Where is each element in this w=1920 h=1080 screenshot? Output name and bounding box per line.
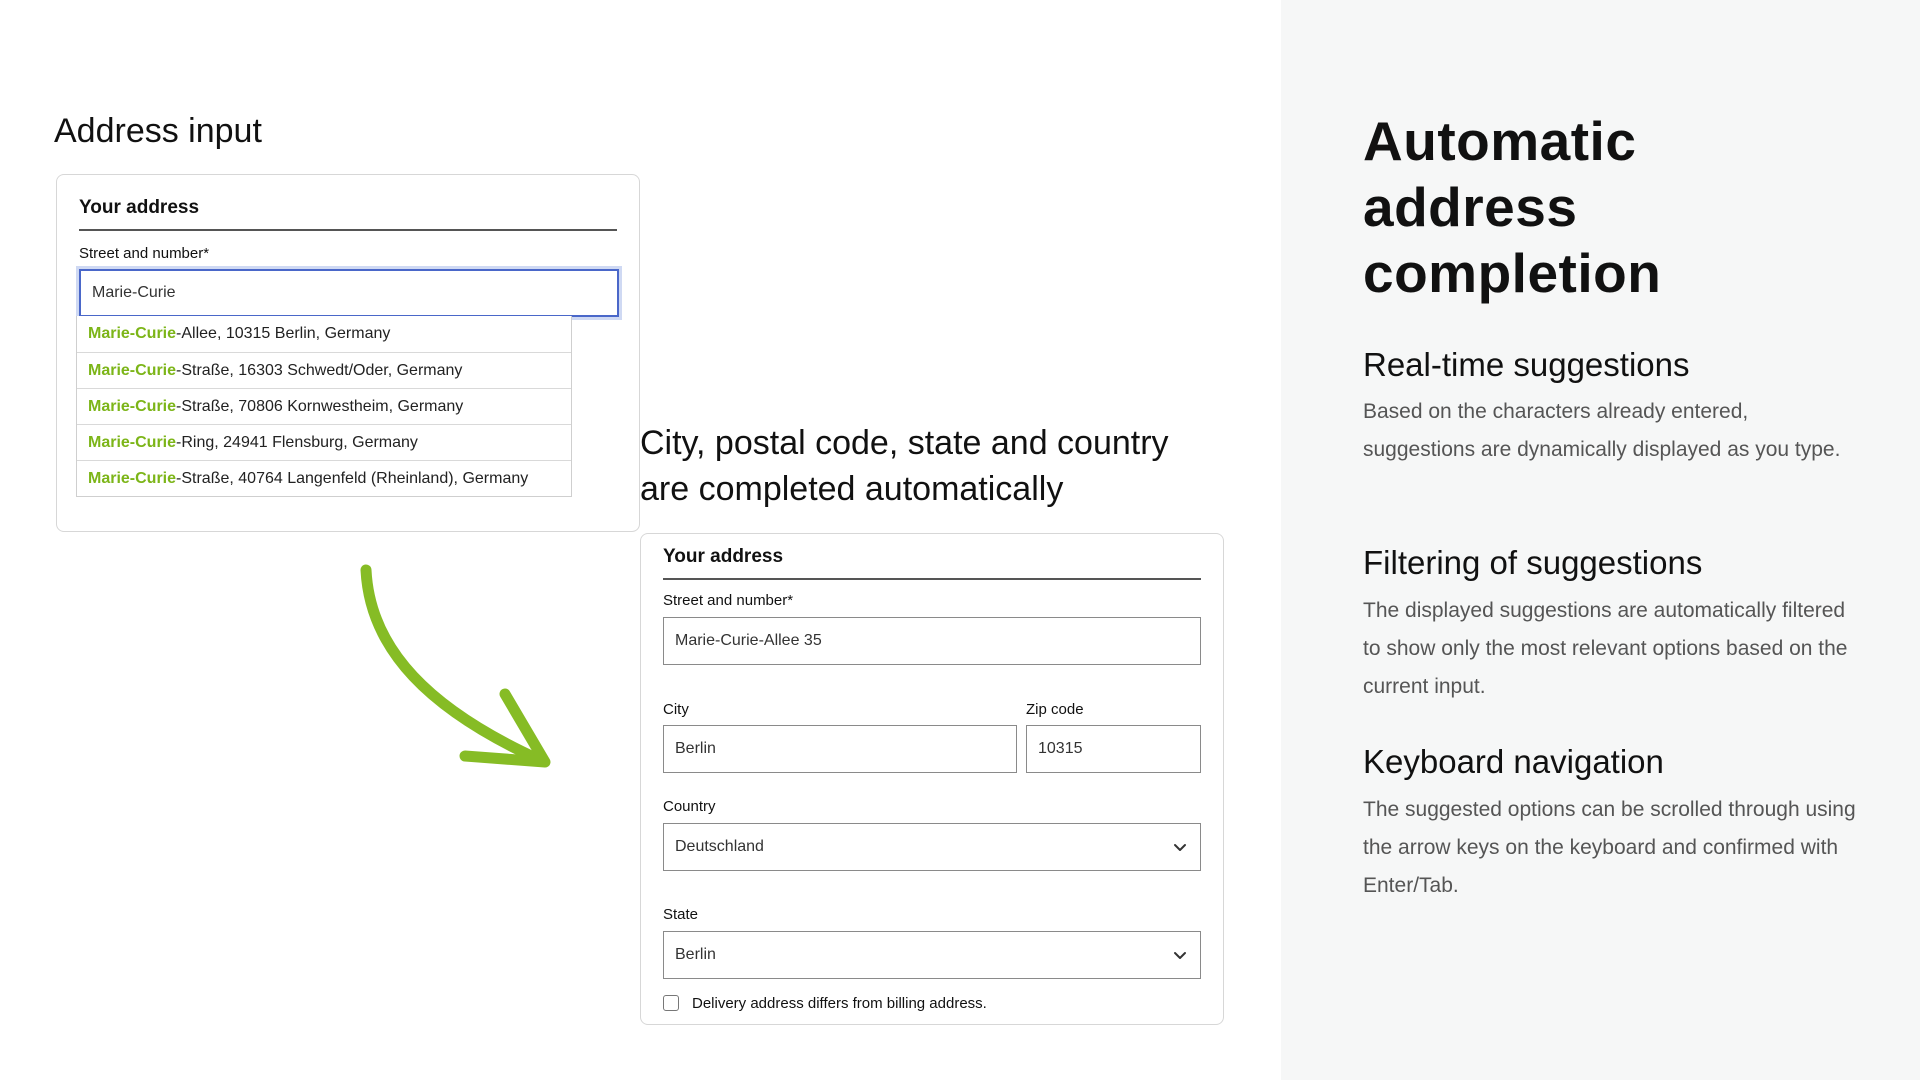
suggestion-item[interactable]: Marie-Curie -Straße, 40764 Langenfeld (R…	[77, 460, 571, 496]
suggestion-item[interactable]: Marie-Curie -Ring, 24941 Flensburg, Germ…	[77, 424, 571, 460]
title-line: completion	[1363, 242, 1662, 304]
suggestion-match: Marie-Curie	[88, 397, 177, 415]
card-title: Your address	[79, 197, 200, 218]
suggestion-item[interactable]: Marie-Curie -Straße, 70806 Kornwestheim,…	[77, 388, 571, 424]
street-label: Street and number*	[663, 592, 794, 609]
page-title: Automatic address completion	[1363, 108, 1883, 306]
zip-input[interactable]: 10315	[1026, 725, 1201, 773]
state-select-value: Berlin	[675, 946, 716, 963]
suggestion-rest: -Straße, 70806 Kornwestheim, Germany	[176, 397, 464, 415]
suggestion-list: Marie-Curie -Allee, 10315 Berlin, German…	[76, 316, 572, 497]
title-line: address	[1363, 176, 1578, 238]
suggestion-match: Marie-Curie	[88, 433, 177, 451]
street-input[interactable]: Marie-Curie-Allee 35	[663, 617, 1201, 665]
address-card-completed: Your address Street and number* Marie-Cu…	[640, 533, 1224, 1025]
feature-title-keyboard: Keyboard navigation	[1363, 743, 1664, 780]
suggestion-item[interactable]: Marie-Curie -Allee, 10315 Berlin, German…	[77, 316, 571, 352]
city-input-value: Berlin	[675, 740, 716, 757]
feature-text-realtime: Based on the characters already entered,…	[1363, 400, 1841, 461]
city-label: City	[663, 701, 689, 718]
street-label: Street and number*	[79, 245, 210, 262]
state-label: State	[663, 906, 699, 923]
country-select-value: Deutschland	[675, 838, 764, 855]
curved-arrow-icon	[360, 564, 551, 768]
feature-text-filtering: The displayed suggestions are automatica…	[1363, 599, 1848, 698]
autocomplete-caption: City, postal code, state and country are…	[640, 420, 1240, 512]
card-divider	[79, 229, 617, 231]
feature-text-keyboard: The suggested options can be scrolled th…	[1363, 798, 1856, 897]
street-input[interactable]: Marie-Curie	[79, 269, 619, 317]
suggestion-rest: -Straße, 16303 Schwedt/Oder, Germany	[176, 361, 463, 379]
suggestion-match: Marie-Curie	[88, 469, 177, 487]
delivery-address-label: Delivery address differs from billing ad…	[692, 995, 987, 1012]
street-input-value: Marie-Curie	[92, 284, 176, 301]
feature-title-filtering: Filtering of suggestions	[1363, 544, 1703, 581]
zip-input-value: 10315	[1038, 740, 1083, 757]
suggestion-item[interactable]: Marie-Curie -Straße, 16303 Schwedt/Oder,…	[77, 352, 571, 388]
suggestion-match: Marie-Curie	[88, 361, 177, 379]
suggestion-rest: -Ring, 24941 Flensburg, Germany	[176, 433, 418, 451]
suggestion-match: Marie-Curie	[88, 325, 177, 342]
title-line: Automatic	[1363, 110, 1637, 172]
address-input-heading: Address input	[54, 112, 262, 150]
suggestion-rest: -Straße, 40764 Langenfeld (Rheinland), G…	[176, 469, 529, 487]
suggestion-rest: -Allee, 10315 Berlin, Germany	[176, 325, 391, 342]
feature-title-realtime: Real-time suggestions	[1363, 346, 1690, 383]
delivery-address-checkbox[interactable]	[663, 995, 679, 1011]
chevron-down-icon	[1174, 952, 1186, 959]
street-input-value: Marie-Curie-Allee 35	[675, 632, 822, 649]
card-title: Your address	[663, 546, 784, 567]
city-input[interactable]: Berlin	[663, 725, 1017, 773]
country-label: Country	[663, 798, 716, 815]
caption-line: City, postal code, state and country	[640, 424, 1169, 462]
zip-label: Zip code	[1026, 701, 1084, 718]
country-select[interactable]: Deutschland	[663, 823, 1201, 871]
card-divider	[663, 578, 1201, 580]
chevron-down-icon	[1174, 844, 1186, 851]
state-select[interactable]: Berlin	[663, 931, 1201, 979]
caption-line: are completed automatically	[640, 470, 1064, 508]
